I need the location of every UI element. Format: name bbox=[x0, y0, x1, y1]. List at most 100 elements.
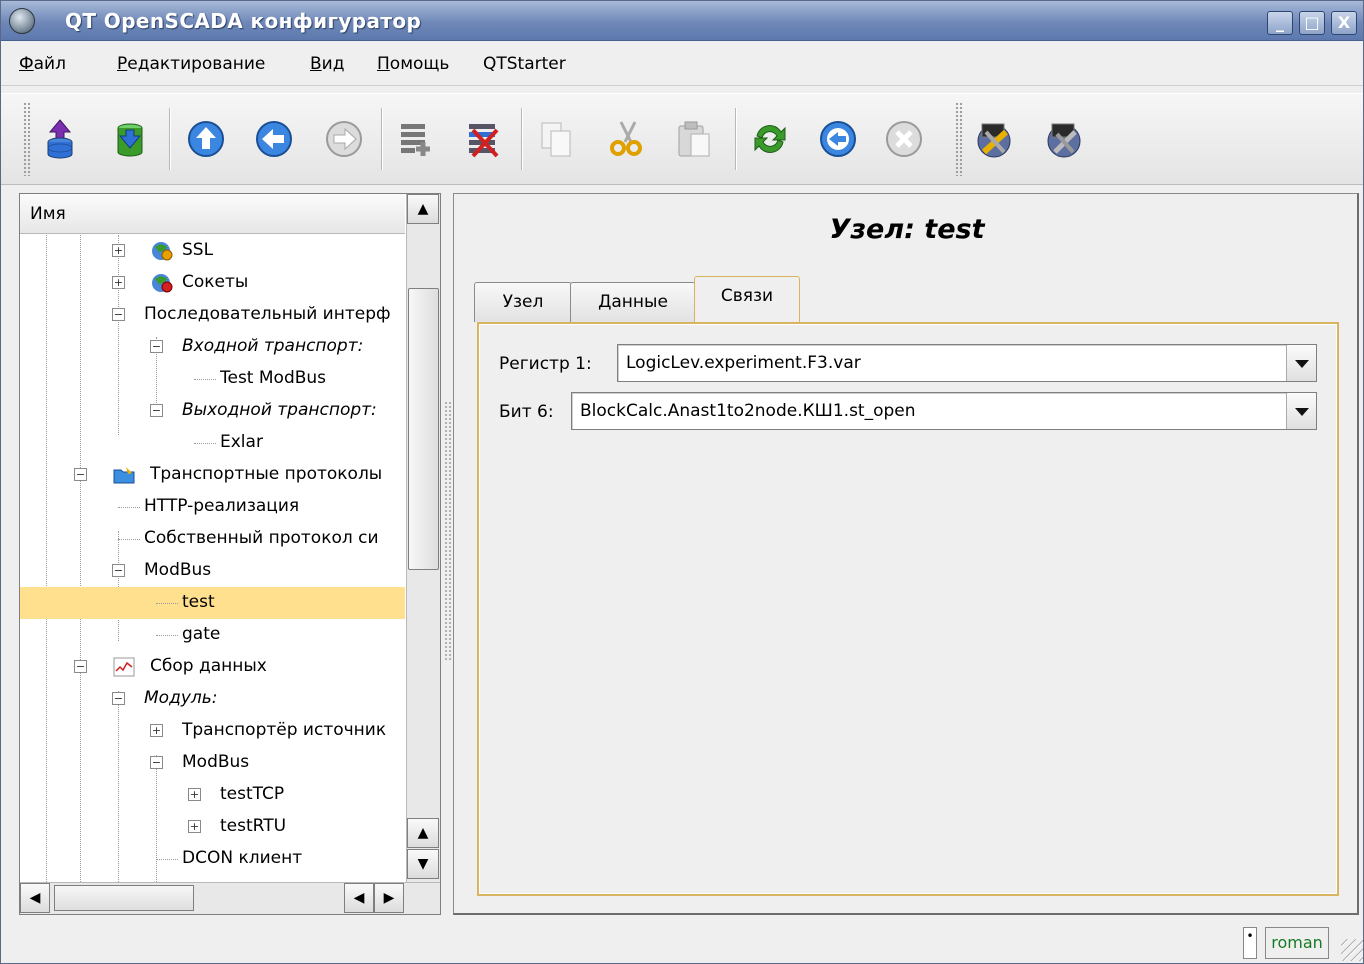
scroll-up-button[interactable]: ▲ bbox=[407, 194, 439, 224]
collapse-icon[interactable]: − bbox=[74, 660, 87, 673]
toolbar bbox=[1, 93, 1363, 185]
tree-item-gate[interactable]: gate bbox=[20, 619, 405, 651]
tree-item-label: Exlar bbox=[220, 432, 263, 452]
tree-item-label: SSL bbox=[182, 240, 214, 260]
chevron-down-icon[interactable] bbox=[1286, 345, 1316, 381]
expand-icon[interactable]: + bbox=[112, 276, 125, 289]
tree-item-label: Test ModBus bbox=[220, 368, 327, 388]
collapse-icon[interactable]: − bbox=[150, 404, 163, 417]
tree-item-exlar[interactable]: Exlar bbox=[20, 427, 405, 459]
tree-horizontal-scrollbar[interactable]: ◀ ◀ ▶ bbox=[20, 882, 440, 914]
forward-icon[interactable] bbox=[323, 118, 365, 160]
tree-item-transporter[interactable]: + Транспортёр источник bbox=[20, 715, 405, 747]
scroll-thumb[interactable] bbox=[408, 288, 439, 570]
up-icon[interactable] bbox=[185, 118, 227, 160]
back-icon[interactable] bbox=[253, 118, 295, 160]
add-item-icon[interactable] bbox=[395, 118, 437, 160]
tree-vertical-scrollbar[interactable]: ▲ ▲ ▼ bbox=[406, 194, 440, 882]
status-bar bbox=[1, 921, 1363, 963]
tree-item-transport-protocols[interactable]: − Транспортные протоколы bbox=[20, 459, 405, 491]
db-save-icon[interactable] bbox=[109, 118, 151, 160]
menu-qtstarter[interactable]: QTStarter bbox=[483, 54, 566, 74]
tree-item-output-transport[interactable]: − Выходной транспорт: bbox=[20, 395, 405, 427]
arrow-up-icon: ▲ bbox=[417, 201, 429, 217]
register1-combo[interactable]: LogicLev.experiment.F3.var bbox=[617, 344, 1317, 382]
tree-item-test-modbus[interactable]: Test ModBus bbox=[20, 363, 405, 395]
title-bar[interactable]: QT OpenSCADA конфигуратор _ □ X bbox=[1, 1, 1363, 41]
collapse-icon[interactable]: − bbox=[74, 468, 87, 481]
tree-item-sockets[interactable]: + Сокеты bbox=[20, 267, 405, 299]
minimize-button[interactable]: _ bbox=[1267, 11, 1293, 35]
collapse-icon[interactable]: − bbox=[112, 308, 125, 321]
tree-item-http[interactable]: HTTP-реализация bbox=[20, 491, 405, 523]
start-icon[interactable] bbox=[817, 118, 859, 160]
tab-links[interactable]: Связи bbox=[694, 276, 800, 322]
close-button[interactable]: X bbox=[1331, 11, 1357, 35]
delete-item-icon[interactable] bbox=[463, 118, 505, 160]
openscada-app-icon[interactable] bbox=[9, 8, 35, 34]
expand-icon[interactable]: + bbox=[112, 244, 125, 257]
menu-file[interactable]: Файл bbox=[19, 54, 66, 74]
tab-node[interactable]: Узел bbox=[474, 282, 572, 322]
tree-item-modbus-daq[interactable]: − ModBus bbox=[20, 747, 405, 779]
menu-edit[interactable]: Редактирование bbox=[117, 54, 265, 74]
navigation-tree-panel: Имя + SSL + Сокеты − Последовательный ин… bbox=[19, 193, 441, 915]
collapse-icon[interactable]: − bbox=[150, 756, 163, 769]
resize-grip-icon[interactable] bbox=[1341, 939, 1363, 961]
configurator-icon[interactable] bbox=[973, 118, 1015, 160]
scroll-left-button-2[interactable]: ◀ bbox=[344, 883, 374, 913]
copy-icon[interactable] bbox=[535, 118, 577, 160]
tree-item-input-transport[interactable]: − Входной транспорт: bbox=[20, 331, 405, 363]
expand-icon[interactable]: + bbox=[150, 724, 163, 737]
tree-item-testrtu[interactable]: + testRTU bbox=[20, 811, 405, 843]
tab-data[interactable]: Данные bbox=[570, 282, 696, 322]
tree-item-self-protocol[interactable]: Собственный протокол си bbox=[20, 523, 405, 555]
bit6-combo[interactable]: BlockCalc.Anast1to2node.КШ1.st_open bbox=[571, 392, 1317, 430]
tree-item-label: Выходной транспорт: bbox=[182, 400, 377, 420]
collapse-icon[interactable]: − bbox=[112, 564, 125, 577]
scroll-right-button[interactable]: ▶ bbox=[374, 883, 404, 913]
starter-icon[interactable] bbox=[1043, 118, 1085, 160]
menu-view[interactable]: Вид bbox=[310, 54, 344, 74]
menu-help[interactable]: Помощь bbox=[377, 54, 449, 74]
collapse-icon[interactable]: − bbox=[150, 340, 163, 353]
tree-item-modbus-protocol[interactable]: − ModBus bbox=[20, 555, 405, 587]
cut-icon[interactable] bbox=[605, 118, 647, 160]
tree-item-label: gate bbox=[182, 624, 221, 644]
page-title: Узел: test bbox=[829, 214, 985, 245]
tree-item-ssl[interactable]: + SSL bbox=[20, 235, 405, 267]
tree-item-testtcp[interactable]: + testTCP bbox=[20, 779, 405, 811]
hscroll-thumb[interactable] bbox=[54, 885, 194, 911]
toolbar-grip[interactable] bbox=[23, 102, 31, 176]
field-label-register1: Регистр 1: bbox=[499, 354, 592, 374]
minimize-icon: _ bbox=[1276, 13, 1284, 32]
tree-item-label: testTCP bbox=[220, 784, 285, 804]
tree-item-label: HTTP-реализация bbox=[144, 496, 300, 516]
expand-icon[interactable]: + bbox=[188, 788, 201, 801]
toolbar-grip-2[interactable] bbox=[955, 102, 963, 176]
node-content-panel: Узел: test Узел Данные Связи Регистр 1: … bbox=[453, 193, 1359, 915]
scroll-up-button-2[interactable]: ▲ bbox=[407, 818, 439, 848]
collapse-icon[interactable]: − bbox=[112, 692, 125, 705]
tree-item-label: DCON клиент bbox=[182, 848, 303, 868]
db-load-icon[interactable] bbox=[39, 118, 81, 160]
refresh-icon[interactable] bbox=[749, 118, 791, 160]
tree-column-header[interactable]: Имя bbox=[20, 194, 405, 234]
tree-item-serial[interactable]: − Последовательный интерф bbox=[20, 299, 405, 331]
tree-item-module[interactable]: − Модуль: bbox=[20, 683, 405, 715]
chevron-down-icon[interactable] bbox=[1286, 393, 1316, 429]
tree-item-data-acquisition[interactable]: − Сбор данных bbox=[20, 651, 405, 683]
tree-item-label: Собственный протокол си bbox=[144, 528, 379, 548]
paste-icon[interactable] bbox=[673, 118, 715, 160]
status-user[interactable]: roman bbox=[1265, 927, 1329, 959]
stop-icon[interactable] bbox=[883, 118, 925, 160]
window-title: QT OpenSCADA конфигуратор bbox=[65, 9, 422, 33]
scroll-down-button[interactable]: ▼ bbox=[407, 849, 439, 879]
scroll-left-button[interactable]: ◀ bbox=[20, 883, 50, 913]
tree-item-test-selected[interactable]: test bbox=[20, 587, 405, 619]
ssl-icon bbox=[152, 242, 173, 261]
tree-item-dcon[interactable]: DCON клиент bbox=[20, 843, 405, 875]
maximize-button[interactable]: □ bbox=[1299, 11, 1325, 35]
expand-icon[interactable]: + bbox=[188, 820, 201, 833]
panel-splitter[interactable] bbox=[444, 401, 452, 661]
